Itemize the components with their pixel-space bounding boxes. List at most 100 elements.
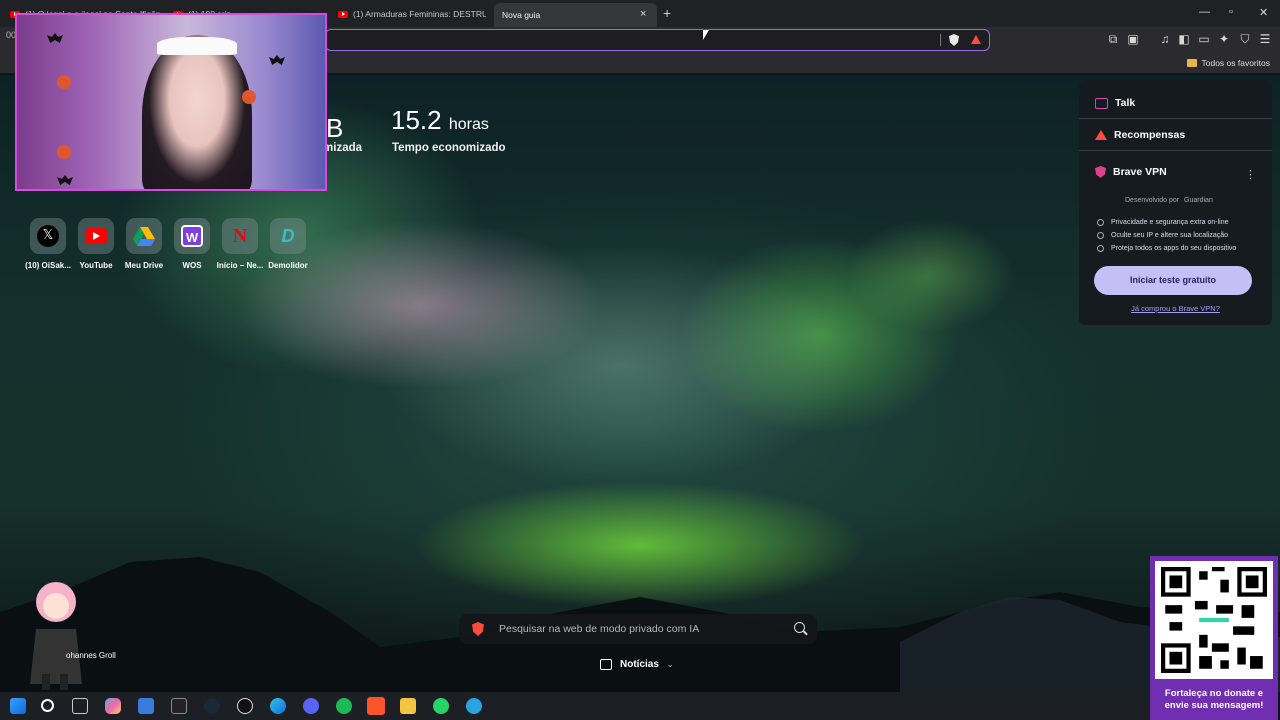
brave-shields-icon[interactable] [949, 34, 959, 46]
copilot-icon[interactable] [105, 698, 121, 714]
address-bar[interactable] [325, 29, 990, 51]
all-favorites-label: Todos os favoritos [1201, 58, 1270, 68]
telegram-icon[interactable] [466, 698, 482, 714]
rewards-icon [1095, 130, 1107, 140]
tab-title: (1) Armaduras Femininas: DESTRUINDO [353, 9, 486, 19]
store-icon[interactable] [138, 698, 154, 714]
site-label: Meu Drive [124, 261, 164, 270]
time-saved-unit: horas [448, 116, 489, 133]
wallet-icon[interactable]: ▣ [1126, 32, 1140, 46]
already-bought-vpn-link[interactable]: Já comprou o Brave VPN? [1079, 304, 1272, 313]
talk-icon [1095, 97, 1108, 109]
vpn-shield-icon[interactable]: ⛉ [1238, 32, 1252, 46]
developed-by-label: Desenvolvido por [1125, 197, 1180, 204]
site-label: YouTube [79, 261, 113, 270]
mouse-cursor [703, 30, 709, 40]
time-saved-number: 15.2 [391, 105, 442, 135]
vpn-feature: Privacidade e segurança extra on-line [1097, 219, 1229, 226]
obs-icon[interactable] [237, 698, 253, 714]
site-label: Início – Ne... [216, 261, 264, 270]
news-label: Notícias [620, 659, 659, 670]
file-explorer-icon[interactable] [400, 698, 416, 714]
ai-search-box[interactable]: Pesquisar na web de modo privado com IA [459, 614, 817, 644]
restore-button[interactable]: ▫ [1229, 6, 1233, 18]
vpn-feature-text: Privacidade e segurança extra on-line [1111, 219, 1229, 226]
top-site-netflix[interactable]: N Início – Ne... [216, 218, 264, 270]
search-icon[interactable] [794, 622, 805, 633]
streamer-figure [142, 35, 252, 189]
pumpkin-decoration [57, 75, 71, 89]
rewards-widget[interactable]: Recompensas [1095, 129, 1185, 141]
site-label: (10) OiSak... [25, 261, 71, 270]
brave-browser-icon[interactable] [367, 697, 385, 715]
pumpkin-decoration [57, 145, 71, 159]
vpn-developed-by: Desenvolvido por Guardian [1125, 197, 1213, 204]
whatsapp-icon[interactable] [433, 698, 449, 714]
tab-3[interactable]: (1) Armaduras Femininas: DESTRUINDO [338, 4, 486, 24]
minimize-button[interactable]: — [1199, 6, 1210, 18]
top-site-drive[interactable]: Meu Drive [120, 218, 168, 270]
sticker-caption: ohannes Groll [66, 651, 116, 660]
wallet-card-icon[interactable]: ▭ [1197, 32, 1211, 46]
start-free-trial-button[interactable]: Iniciar teste gratuito [1094, 266, 1252, 295]
brave-rewards-icon[interactable] [971, 35, 981, 44]
discord-icon[interactable] [303, 698, 319, 714]
youtube-icon [85, 228, 107, 244]
top-site-youtube[interactable]: YouTube [72, 218, 120, 270]
epic-games-icon[interactable] [171, 698, 187, 714]
vpn-widget-header: Brave VPN [1095, 166, 1167, 178]
vpn-title: Brave VPN [1113, 166, 1167, 178]
bat-decoration [57, 175, 73, 185]
new-tab-button[interactable]: + [663, 5, 671, 21]
menu-icon[interactable]: ☰ [1258, 32, 1272, 46]
google-drive-icon [133, 226, 155, 246]
all-favorites-folder[interactable]: Todos os favoritos [1187, 58, 1270, 68]
search-placeholder: Pesquisar na web de modo privado com IA [499, 623, 700, 635]
anime-character-sticker [30, 582, 82, 690]
brave-widgets-panel: Talk Recompensas Brave VPN ⋮ Desenvolvid… [1079, 80, 1272, 325]
close-window-button[interactable]: ✕ [1259, 6, 1268, 19]
donation-qr-overlay: Fortaleça no donate e envie sua mensagem… [1150, 556, 1278, 720]
time-saved-label: Tempo economizado [392, 142, 506, 154]
site-tile: W [174, 218, 210, 254]
folder-icon [1187, 59, 1198, 67]
pumpkin-decoration [242, 90, 256, 104]
top-site-wos[interactable]: W WOS [168, 218, 216, 270]
chevron-down-icon: ⌄ [666, 660, 674, 669]
site-label: WOS [182, 261, 202, 270]
address-separator [940, 34, 941, 46]
more-options-icon[interactable]: ⋮ [1245, 168, 1256, 181]
search-icon[interactable] [41, 699, 54, 712]
close-tab-button[interactable]: × [640, 8, 646, 20]
qr-caption-line: envie sua mensagem! [1164, 700, 1264, 711]
extensions-icon[interactable]: ⧉ [1106, 32, 1120, 46]
site-tile [126, 218, 162, 254]
site-label: Demolidor [268, 261, 308, 270]
sidebar-icon[interactable]: ◧ [1177, 32, 1191, 46]
news-toggle[interactable]: Notícias ⌄ [600, 659, 674, 670]
top-site-x[interactable]: 𝕏 (10) OiSak... [24, 218, 72, 270]
spotify-icon[interactable] [336, 698, 352, 714]
steam-icon[interactable] [204, 698, 220, 714]
qr-caption: Fortaleça no donate e envie sua mensagem… [1150, 688, 1278, 712]
task-view-icon[interactable] [72, 698, 88, 714]
edge-icon[interactable] [270, 698, 286, 714]
netflix-icon: N [232, 224, 248, 247]
divider [1079, 150, 1272, 151]
vpn-shield-icon [1095, 166, 1106, 178]
tab-active[interactable]: Nova guia × [494, 3, 657, 27]
talk-label: Talk [1115, 97, 1136, 109]
qr-code [1155, 561, 1273, 679]
webcam-overlay [15, 13, 327, 191]
vpn-feature-text: Proteja todos os apps do seu dispositivo [1111, 245, 1237, 252]
vpn-feature-text: Oculte seu IP e altere sua localização [1111, 232, 1228, 239]
music-icon[interactable]: ♫ [1158, 32, 1172, 46]
vpn-feature: Proteja todos os apps do seu dispositivo [1097, 245, 1236, 252]
youtube-icon [338, 10, 348, 18]
top-site-demolidor[interactable]: D Demolidor [264, 218, 312, 270]
leo-ai-icon[interactable]: ✦ [1217, 32, 1231, 46]
nurse-hat [157, 37, 237, 55]
site-tile: D [270, 218, 306, 254]
windows-start-icon[interactable] [10, 698, 26, 714]
talk-widget[interactable]: Talk [1095, 97, 1135, 109]
